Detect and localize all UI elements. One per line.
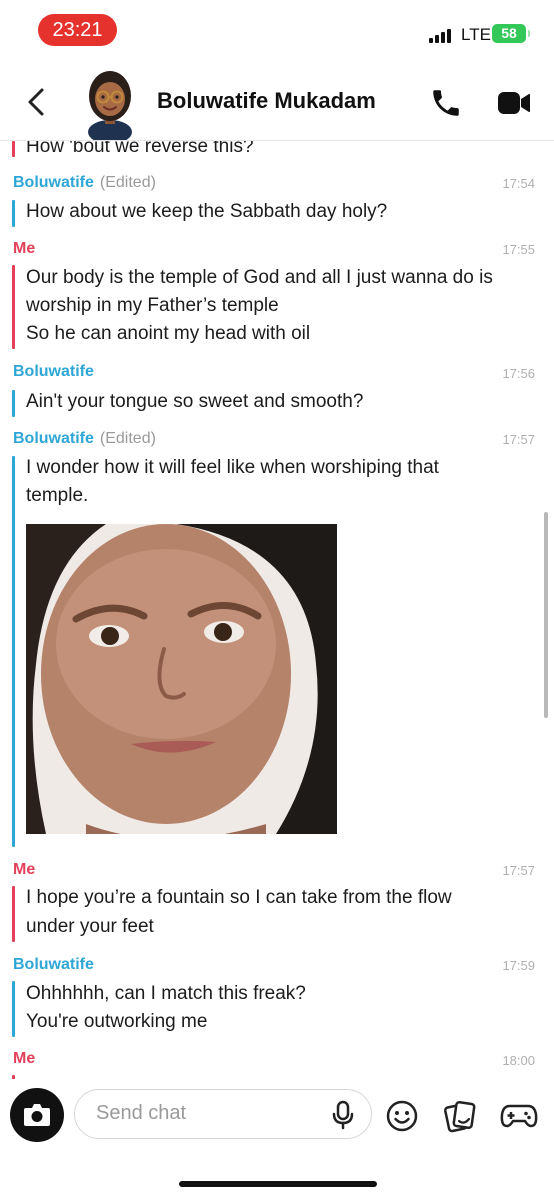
sender-name: Boluwatife xyxy=(13,430,94,447)
message-sender: Me xyxy=(13,1050,36,1067)
message-bar-me xyxy=(12,265,15,349)
bitmoji-avatar-icon xyxy=(88,71,132,144)
message-bar-me xyxy=(12,141,15,157)
chat-input-bar: Send chat xyxy=(0,1079,554,1199)
sticker-icon xyxy=(444,1101,476,1133)
message-sender: Boluwatife xyxy=(13,956,94,973)
battery-icon: 58 xyxy=(492,24,530,43)
send-chat-input[interactable]: Send chat xyxy=(74,1089,372,1139)
message-text: You're outworking me xyxy=(26,1011,208,1032)
message-time: 17:59 xyxy=(502,958,535,973)
message-time: 17:56 xyxy=(502,366,535,381)
camera-icon xyxy=(24,1104,50,1126)
status-time: 23:21 xyxy=(38,14,117,46)
emoji-icon xyxy=(386,1100,418,1132)
message-text: temple. xyxy=(26,485,89,506)
chat-thread[interactable]: How 'bout we reverse this? Boluwatife (Ed… xyxy=(0,141,554,1079)
message-sender: Boluwatife (Edited) xyxy=(13,174,156,192)
message-time: 18:00 xyxy=(502,1053,535,1068)
message-text: under your feet xyxy=(26,916,154,937)
video-camera-icon xyxy=(498,92,530,114)
home-indicator xyxy=(179,1181,377,1187)
message-text: How about we keep the Sabbath day holy? xyxy=(26,201,388,222)
message-sender: Me xyxy=(13,240,36,257)
phone-icon xyxy=(433,90,459,116)
message-time: 17:54 xyxy=(502,176,535,191)
game-controller-icon xyxy=(500,1104,538,1128)
contact-name[interactable]: Boluwatife Mukadam xyxy=(157,88,376,114)
message-bar-them xyxy=(12,981,15,1037)
message-text: I wonder how it will feel like when wors… xyxy=(26,457,439,478)
message-bar-them xyxy=(12,390,15,417)
camera-button[interactable] xyxy=(10,1088,64,1142)
message-sender: Boluwatife (Edited) xyxy=(13,430,156,448)
message-text: Ohhhhhh, can I match this freak? xyxy=(26,983,306,1004)
image-attachment[interactable] xyxy=(26,524,337,834)
message-text: How 'bout we reverse this? xyxy=(26,141,254,157)
contact-avatar[interactable] xyxy=(78,66,142,144)
chat-scrollbar[interactable] xyxy=(544,512,548,718)
emoji-button[interactable] xyxy=(385,1099,419,1133)
send-chat-placeholder: Send chat xyxy=(96,1102,187,1124)
sender-name: Boluwatife xyxy=(13,174,94,191)
message-text: Our body is the temple of God and all I … xyxy=(26,267,493,288)
edited-label: (Edited) xyxy=(99,174,156,191)
message-time: 17:57 xyxy=(502,432,535,447)
message-text: I hope you’re a fountain so I can take f… xyxy=(26,887,452,908)
back-button[interactable] xyxy=(22,84,54,120)
face-photo xyxy=(26,524,337,834)
voice-call-button[interactable] xyxy=(429,86,463,120)
message-time: 17:57 xyxy=(502,863,535,878)
battery-level: 58 xyxy=(501,25,517,41)
edited-label: (Edited) xyxy=(99,430,156,447)
microphone-button[interactable] xyxy=(329,1100,357,1130)
message-bar-me xyxy=(12,886,15,942)
message-bar-them xyxy=(12,200,15,227)
message-sender: Boluwatife xyxy=(13,363,94,380)
microphone-icon xyxy=(332,1100,354,1130)
message-time: 17:55 xyxy=(502,242,535,257)
message-text: Ain't your tongue so sweet and smooth? xyxy=(26,391,364,412)
chat-header: Boluwatife Mukadam xyxy=(0,62,554,144)
message-text: worship in my Father’s temple xyxy=(26,295,279,316)
message-text: So he can anoint my head with oil xyxy=(26,323,311,344)
message-sender: Me xyxy=(13,861,36,878)
network-type: LTE xyxy=(461,25,491,44)
sticker-button[interactable] xyxy=(443,1099,477,1133)
games-button[interactable] xyxy=(500,1101,538,1131)
status-bar: 23:21 LTE 58 xyxy=(0,0,554,62)
chevron-left-icon xyxy=(28,88,44,116)
signal-strength-icon xyxy=(429,29,455,43)
video-call-button[interactable] xyxy=(496,88,532,118)
message-bar-them xyxy=(12,456,15,847)
